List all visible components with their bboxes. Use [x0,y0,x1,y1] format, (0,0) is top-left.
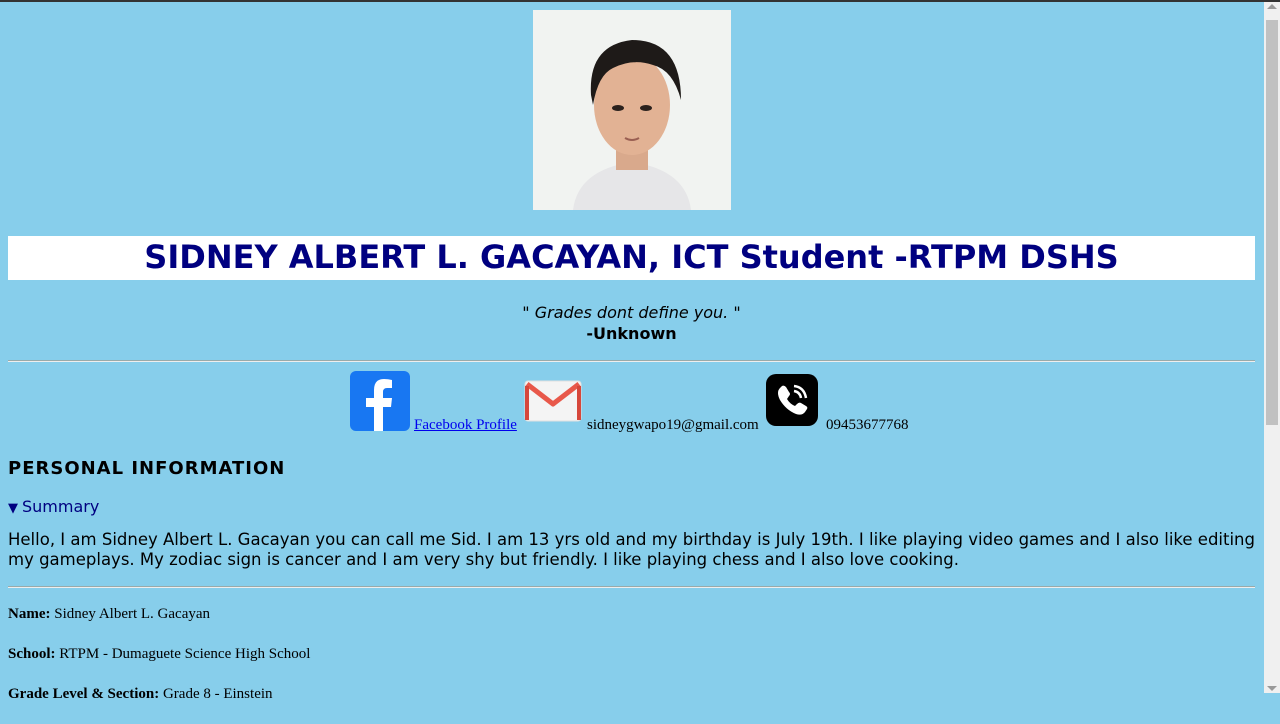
viber-phone-icon [766,374,818,426]
contact-row: Facebook Profile sidneygwapo19@gmail.com… [8,362,1255,442]
vertical-scrollbar[interactable] [1264,2,1280,693]
page: SIDNEY ALBERT L. GACAYAN, ICT Student -R… [8,10,1255,724]
scroll-thumb[interactable] [1266,20,1278,425]
profile-photo [532,10,731,210]
section-heading-personal-info: PERSONAL INFORMATION [8,458,286,479]
scroll-up-arrow-icon[interactable] [1267,4,1277,9]
summary-toggle[interactable]: ▼ Summary [8,497,1255,516]
info-label: School: [8,646,56,662]
scroll-down-arrow-icon[interactable] [1267,686,1277,691]
quote-text: " Grades dont define you. " [522,303,741,322]
summary-label: Summary [22,497,100,516]
email-address: sidneygwapo19@gmail.com [587,417,759,433]
summary-text: Hello, I am Sidney Albert L. Gacayan you… [8,530,1255,569]
page-title: SIDNEY ALBERT L. GACAYAN, ICT Student -R… [8,236,1255,280]
info-row-name: Name: Sidney Albert L. Gacayan [8,604,1255,624]
facebook-profile-link[interactable]: Facebook Profile [414,417,517,434]
facebook-icon[interactable] [350,371,410,431]
info-label: Name: [8,606,51,622]
info-row-grade: Grade Level & Section: Grade 8 - Einstei… [8,684,1255,704]
info-value: RTPM - Dumaguete Science High School [55,646,311,662]
email-icon [524,380,582,427]
personal-info-list: Name: Sidney Albert L. Gacayan School: R… [8,604,1255,704]
quote-author: -Unknown [586,324,677,343]
triangle-down-icon: ▼ [8,501,18,516]
photo-section [8,10,1255,210]
quote-block: " Grades dont define you. " -Unknown [8,302,1255,344]
info-value: Sidney Albert L. Gacayan [50,606,211,622]
info-value: Grade 8 - Einstein [159,686,273,702]
phone-number: 09453677768 [826,417,909,433]
info-label: Grade Level & Section: [8,686,160,702]
info-row-school: School: RTPM - Dumaguete Science High Sc… [8,644,1255,664]
divider [8,586,1255,588]
